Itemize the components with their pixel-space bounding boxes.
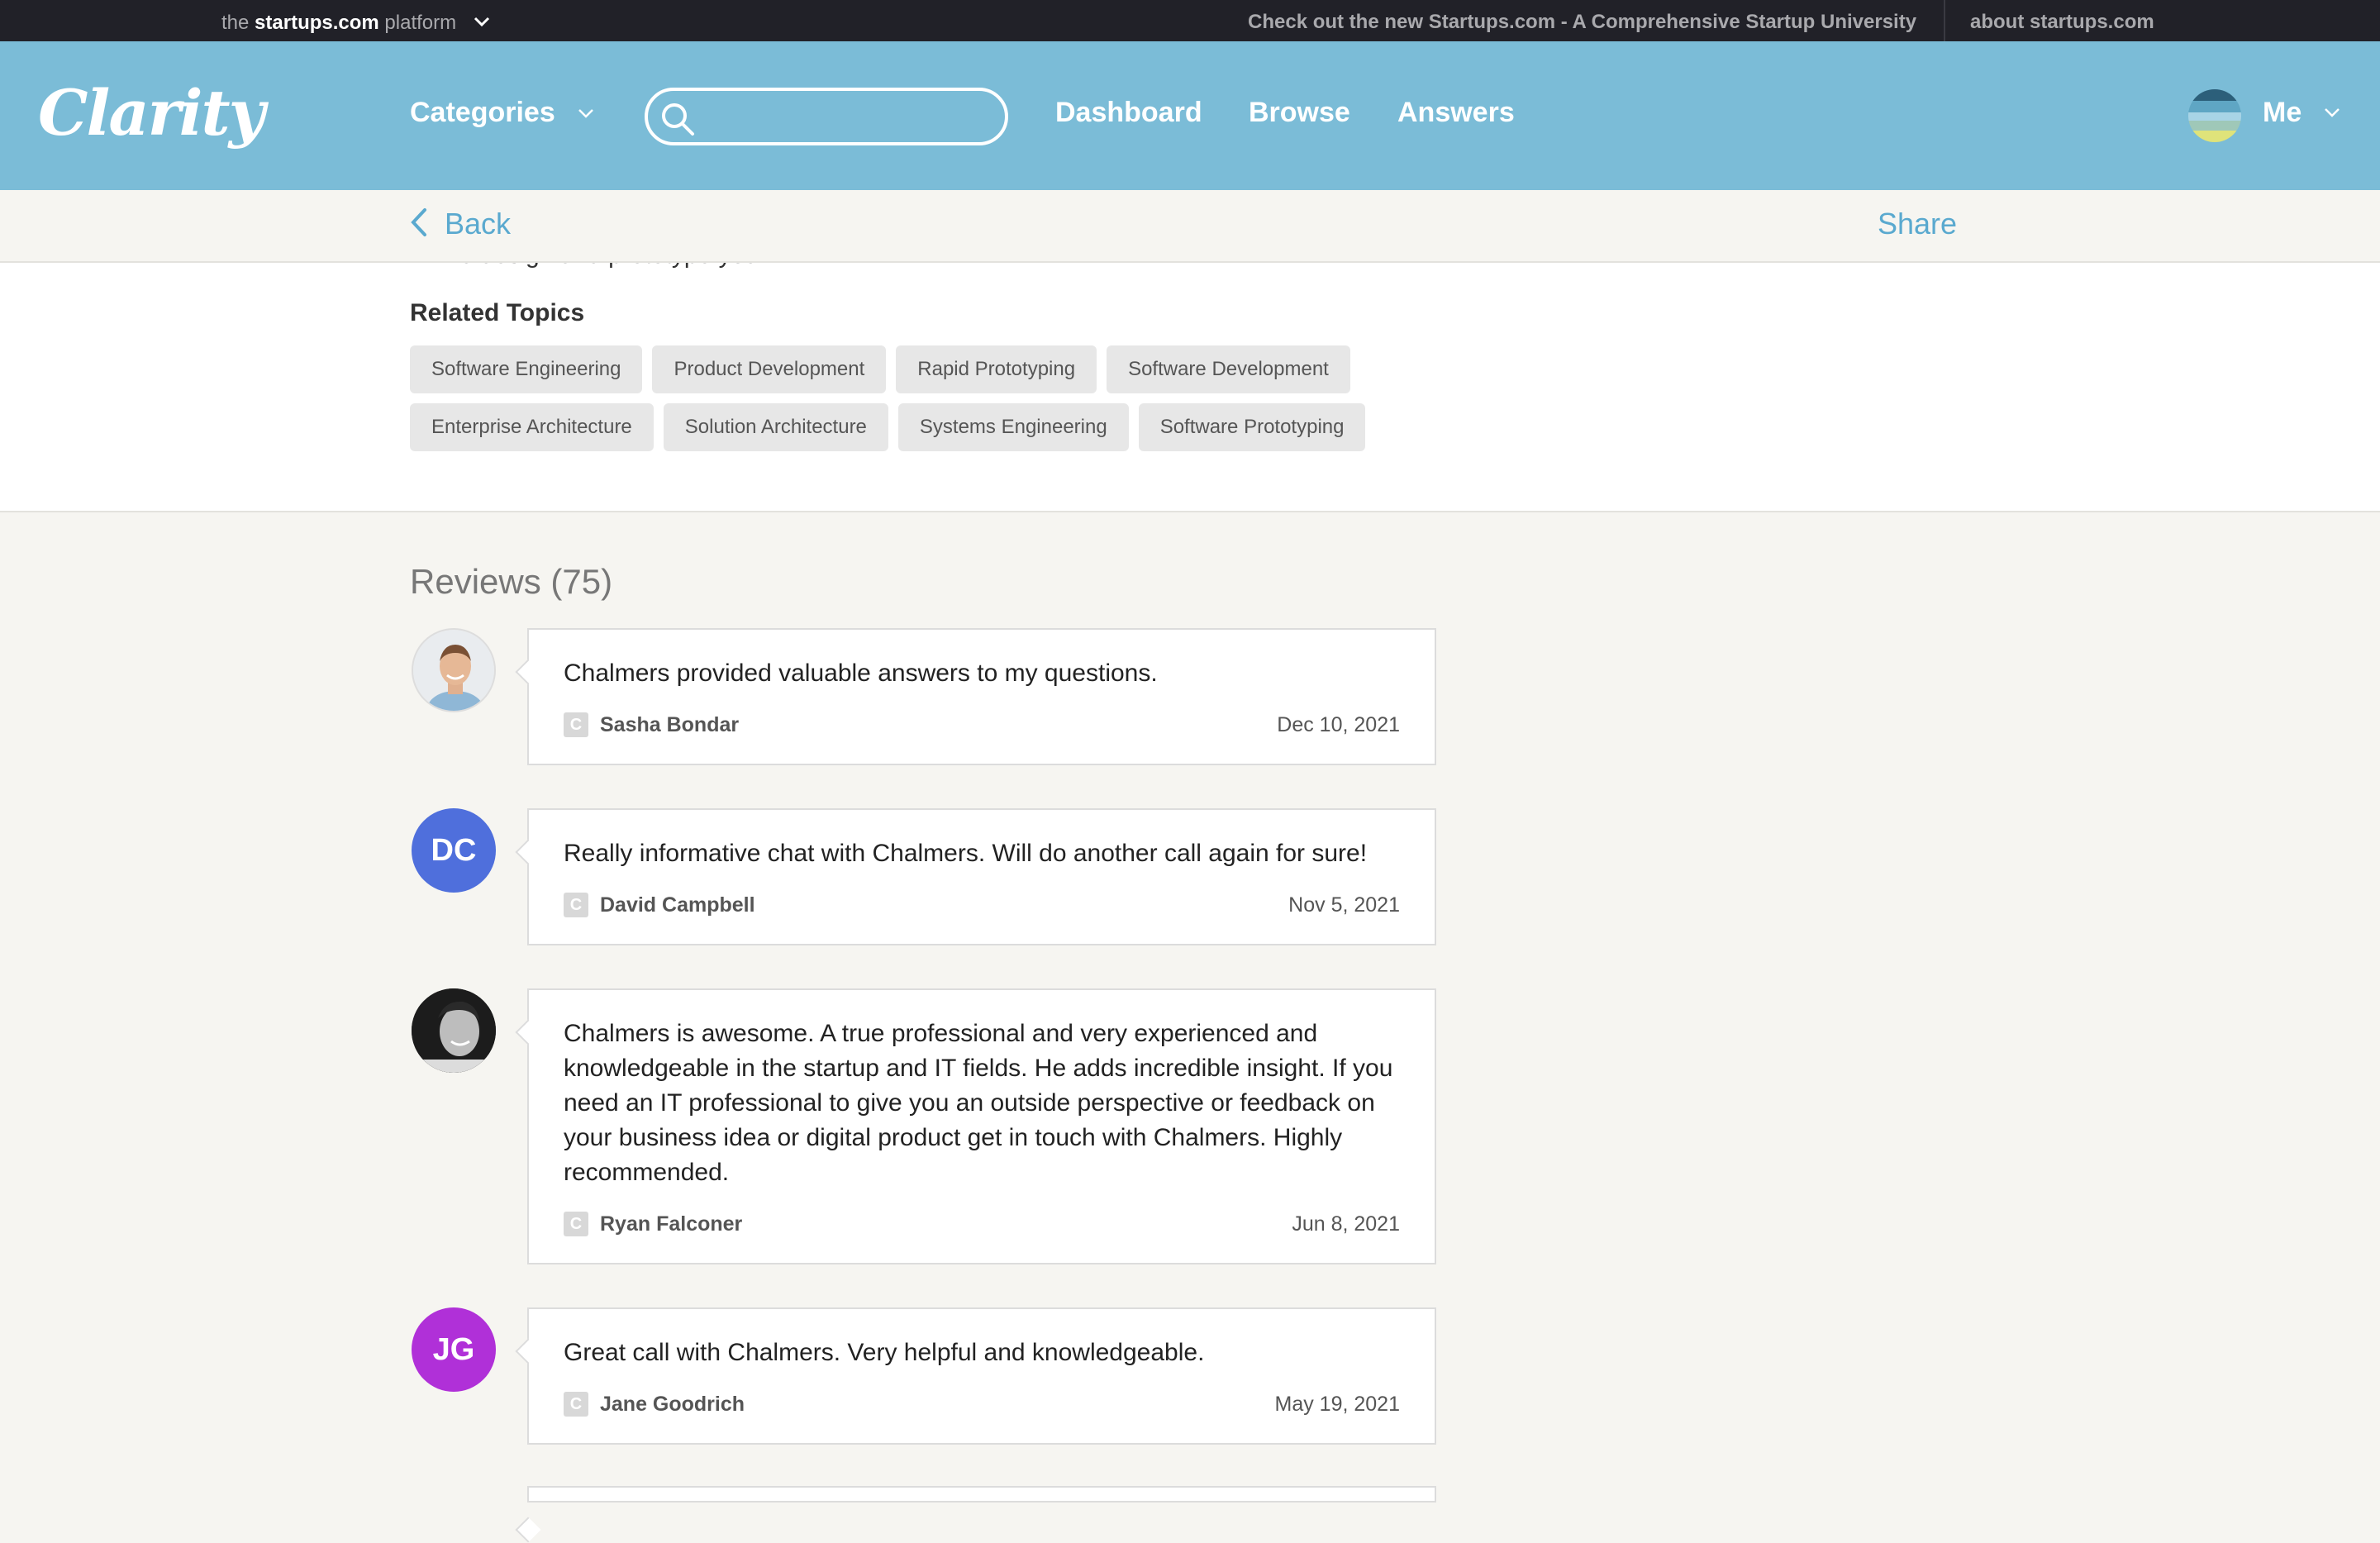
categories-dropdown[interactable]: Categories	[410, 97, 594, 129]
review-card: Chalmers provided valuable answers to my…	[527, 628, 1436, 765]
topic-tag[interactable]: Product Development	[652, 345, 887, 393]
me-menu[interactable]: Me	[2263, 97, 2301, 129]
platform-prefix: the	[221, 12, 250, 34]
clarity-c-icon: C	[564, 1392, 588, 1417]
back-label: Back	[445, 207, 512, 240]
topic-tag[interactable]: Solution Architecture	[663, 403, 888, 451]
reviews-title: Reviews (75)	[410, 562, 613, 601]
topic-tag[interactable]: Systems Engineering	[897, 403, 1129, 451]
review-card: Great call with Chalmers. Very helpful a…	[527, 1307, 1436, 1445]
clarity-logo[interactable]: Clarity	[38, 76, 265, 150]
nav-dashboard[interactable]: Dashboard	[1055, 97, 1202, 129]
topic-tag[interactable]: Software Development	[1107, 345, 1350, 393]
share-button[interactable]: Share	[1878, 207, 1957, 241]
review-date: Dec 10, 2021	[1277, 713, 1400, 736]
chevron-left-icon	[411, 208, 426, 236]
promo-link[interactable]: Check out the new Startups.com - A Compr…	[1248, 11, 1916, 34]
platform-bar: the startups.com platform Check out the …	[0, 0, 2380, 41]
chevron-down-icon	[474, 9, 490, 32]
related-topics-section: … we design and prototype your … Related…	[0, 263, 2380, 512]
clarity-c-icon: C	[564, 712, 588, 737]
back-bar: Back Share	[0, 190, 2380, 263]
clarity-c-icon: C	[564, 1212, 588, 1236]
review-author[interactable]: David Campbell	[600, 893, 755, 917]
back-button[interactable]: Back	[410, 207, 511, 241]
user-avatar[interactable]	[2188, 89, 2241, 142]
cutoff-text: … we design and prototype your …	[410, 263, 798, 269]
review-meta: C David Campbell Nov 5, 2021	[564, 891, 1400, 921]
search-box[interactable]	[645, 88, 1008, 145]
reviewer-avatar[interactable]	[412, 988, 496, 1073]
reviewer-avatar[interactable]: DC	[412, 808, 496, 893]
reviewer-avatar[interactable]	[412, 628, 496, 712]
chevron-down-icon	[578, 109, 594, 118]
review-author[interactable]: Jane Goodrich	[600, 1393, 745, 1417]
search-input[interactable]	[709, 98, 990, 136]
topic-tag[interactable]: Software Prototyping	[1138, 403, 1366, 451]
platform-suffix: platform	[384, 12, 457, 34]
review-text: Great call with Chalmers. Very helpful a…	[564, 1339, 1205, 1366]
nav-browse[interactable]: Browse	[1249, 97, 1350, 129]
search-icon	[662, 103, 694, 136]
review-author[interactable]: Sasha Bondar	[600, 713, 739, 737]
topic-tag[interactable]: Software Engineering	[410, 345, 643, 393]
review-meta: C Ryan Falconer Jun 8, 2021	[564, 1210, 1400, 1240]
review-date: May 19, 2021	[1274, 1393, 1401, 1416]
about-link[interactable]: about startups.com	[1970, 11, 2154, 34]
review-card: Chalmers is awesome. A true professional…	[527, 988, 1436, 1264]
platform-switcher[interactable]: the startups.com platform	[221, 9, 490, 35]
review-text: Chalmers is awesome. A true professional…	[564, 1020, 1393, 1186]
review-card: Really informative chat with Chalmers. W…	[527, 808, 1436, 945]
reviewer-avatar[interactable]: JG	[412, 1307, 496, 1392]
nav-answers[interactable]: Answers	[1397, 97, 1515, 129]
topbar-divider	[1944, 0, 1945, 41]
review-text: Chalmers provided valuable answers to my…	[564, 660, 1158, 687]
categories-label: Categories	[410, 97, 555, 128]
topic-tags: Software Engineering Product Development R…	[410, 345, 1484, 461]
review-date: Jun 8, 2021	[1292, 1212, 1400, 1236]
related-topics-title: Related Topics	[410, 299, 585, 326]
review-card-partial	[527, 1486, 1436, 1503]
review-author[interactable]: Ryan Falconer	[600, 1212, 742, 1236]
review-meta: C Sasha Bondar Dec 10, 2021	[564, 711, 1400, 741]
topic-tag[interactable]: Rapid Prototyping	[896, 345, 1097, 393]
clarity-c-icon: C	[564, 893, 588, 917]
topic-tag[interactable]: Enterprise Architecture	[410, 403, 654, 451]
main-header: Clarity Categories Dashboard Browse Answ…	[0, 41, 2380, 190]
review-meta: C Jane Goodrich May 19, 2021	[564, 1390, 1400, 1420]
platform-brand: startups.com	[255, 12, 379, 34]
chevron-down-icon[interactable]	[2324, 107, 2340, 117]
review-date: Nov 5, 2021	[1288, 893, 1400, 917]
review-text: Really informative chat with Chalmers. W…	[564, 840, 1368, 867]
